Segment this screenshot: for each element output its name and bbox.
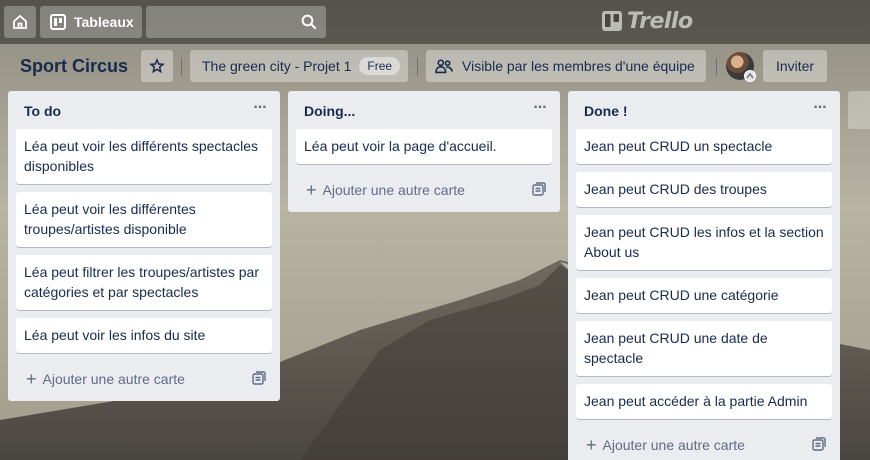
- top-navigation-bar: Tableaux Trello: [0, 0, 870, 44]
- more-icon[interactable]: ...: [248, 96, 272, 119]
- list-doing: Doing... ... Léa peut voir la page d'acc…: [288, 91, 560, 212]
- list-title[interactable]: Doing...: [304, 103, 355, 119]
- add-card-button[interactable]: + Ajouter une autre carte: [576, 431, 745, 459]
- team-visibility-icon: [435, 59, 453, 74]
- trello-logo-text: Trello: [627, 8, 693, 34]
- list-todo: To do ... Léa peut voir les différents s…: [8, 91, 280, 401]
- add-card-label: Ajouter une autre carte: [322, 182, 465, 198]
- card[interactable]: Léa peut voir les différents spectacles …: [16, 129, 272, 184]
- list-header: To do ...: [8, 91, 280, 129]
- plan-badge: Free: [359, 57, 401, 75]
- add-card-button[interactable]: + Ajouter une autre carte: [16, 365, 185, 393]
- plus-icon: +: [26, 369, 37, 389]
- admin-badge-icon: [744, 70, 756, 82]
- team-name: The green city - Projet 1: [202, 58, 352, 74]
- plus-icon: +: [306, 180, 317, 200]
- more-icon[interactable]: ...: [528, 96, 552, 119]
- trello-logo[interactable]: Trello: [602, 8, 693, 34]
- list-header: Doing... ...: [288, 91, 560, 129]
- list-title[interactable]: To do: [24, 103, 61, 119]
- card[interactable]: Jean peut CRUD un spectacle: [576, 129, 832, 164]
- home-icon: [13, 14, 27, 29]
- header-divider: [181, 58, 182, 76]
- header-divider: [716, 58, 717, 76]
- board-title[interactable]: Sport Circus: [20, 56, 128, 77]
- list-footer: + Ajouter une autre carte: [568, 427, 840, 460]
- list-footer: + Ajouter une autre carte: [8, 361, 280, 401]
- card[interactable]: Léa peut voir les différentes troupes/ar…: [16, 192, 272, 247]
- trello-logo-icon: [602, 11, 622, 31]
- list-footer: + Ajouter une autre carte: [288, 172, 560, 212]
- visibility-label: Visible par les membres d'une équipe: [462, 58, 695, 74]
- list-done: Done ! ... Jean peut CRUD un spectacle J…: [568, 91, 840, 460]
- card[interactable]: Jean peut CRUD une catégorie: [576, 278, 832, 313]
- more-icon[interactable]: ...: [808, 96, 832, 119]
- team-button[interactable]: The green city - Projet 1 Free: [190, 50, 408, 82]
- search-icon[interactable]: [300, 13, 318, 31]
- visibility-button[interactable]: Visible par les membres d'une équipe: [426, 50, 706, 82]
- card[interactable]: Léa peut voir les infos du site: [16, 318, 272, 353]
- boards-icon: [50, 14, 66, 30]
- star-icon: [149, 58, 165, 74]
- star-board-button[interactable]: [141, 50, 173, 82]
- boards-button-label: Tableaux: [74, 14, 134, 30]
- card[interactable]: Jean peut CRUD les infos et la section A…: [576, 215, 832, 270]
- plus-icon: +: [586, 435, 597, 455]
- list-title[interactable]: Done !: [584, 103, 628, 119]
- card[interactable]: Jean peut accéder à la partie Admin: [576, 384, 832, 419]
- header-divider: [417, 58, 418, 76]
- card[interactable]: Jean peut CRUD une date de spectacle: [576, 321, 832, 376]
- boards-button[interactable]: Tableaux: [40, 6, 142, 38]
- board-header: Sport Circus The green city - Projet 1 F…: [0, 44, 870, 90]
- search-input[interactable]: [146, 6, 326, 38]
- add-card-label: Ajouter une autre carte: [42, 371, 185, 387]
- card[interactable]: Jean peut CRUD des troupes: [576, 172, 832, 207]
- list-header: Done ! ...: [568, 91, 840, 129]
- invite-button[interactable]: Inviter: [763, 50, 827, 82]
- card-template-icon[interactable]: [532, 182, 546, 196]
- add-card-button[interactable]: + Ajouter une autre carte: [296, 176, 465, 204]
- card[interactable]: Léa peut voir la page d'accueil.: [296, 129, 552, 164]
- add-list-button[interactable]: [848, 91, 870, 129]
- card-template-icon[interactable]: [252, 371, 266, 385]
- card[interactable]: Léa peut filtrer les troupes/artistes pa…: [16, 255, 272, 310]
- add-card-label: Ajouter une autre carte: [602, 437, 745, 453]
- home-button[interactable]: [4, 6, 36, 38]
- card-template-icon[interactable]: [812, 437, 826, 451]
